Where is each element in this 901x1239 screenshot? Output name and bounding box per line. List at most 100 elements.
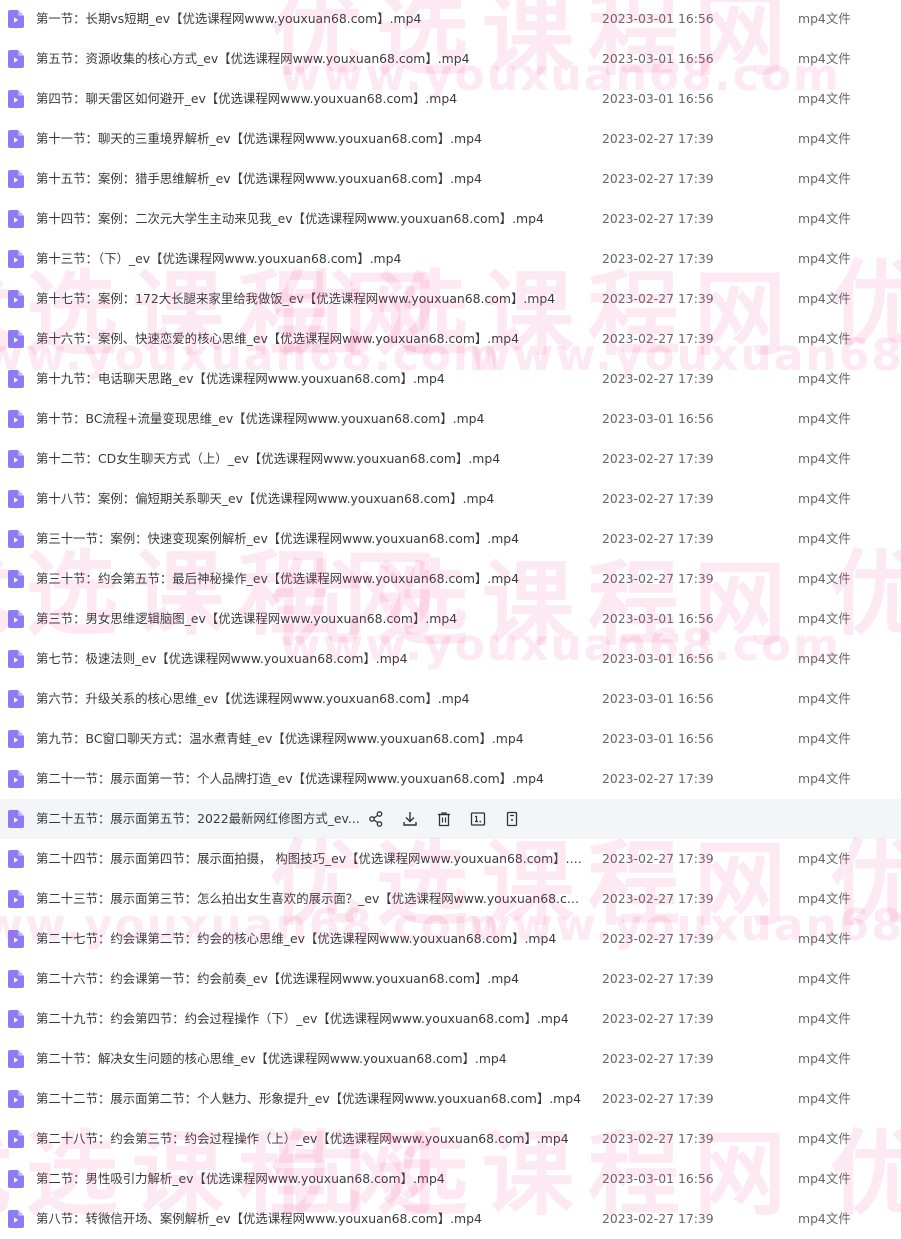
file-row[interactable]: 第二十一节：展示面第一节：个人品牌打造_ev【优选课程网www.youxuan6… [0,759,901,799]
file-row[interactable]: 第二十二节：展示面第二节：个人魅力、形象提升_ev【优选课程网www.youxu… [0,1079,901,1119]
file-name[interactable]: 第十节：BC流程+流量变现思维_ev【优选课程网www.youxuan68.co… [36,399,484,439]
file-row[interactable]: 第三十一节：案例：快速变现案例解析_ev【优选课程网www.youxuan68.… [0,519,901,559]
file-row[interactable]: 第二十九节：约会第四节：约会过程操作（下）_ev【优选课程网www.youxua… [0,999,901,1039]
file-row[interactable]: 第九节：BC窗口聊天方式：温水煮青蛙_ev【优选课程网www.youxuan68… [0,719,901,759]
video-file-icon [8,250,24,268]
video-file-icon [8,770,24,788]
file-row[interactable]: 第十二节：CD女生聊天方式（上）_ev【优选课程网www.youxuan68.c… [0,439,901,479]
file-row[interactable]: 第十六节：案例、快速恋爱的核心思维_ev【优选课程网www.youxuan68.… [0,319,901,359]
share-button[interactable] [366,809,386,829]
file-name[interactable]: 第二十节：解决女生问题的核心思维_ev【优选课程网www.youxuan68.c… [36,1039,507,1079]
file-type: mp4文件 [798,731,851,746]
file-name[interactable]: 第三节：男女思维逻辑脑图_ev【优选课程网www.youxuan68.com】.… [36,599,457,639]
file-list: 第一节：长期vs短期_ev【优选课程网www.youxuan68.com】.mp… [0,0,901,1239]
file-row[interactable]: 第二十八节：约会第三节：约会过程操作（上）_ev【优选课程网www.youxua… [0,1119,901,1159]
file-name[interactable]: 第二十一节：展示面第一节：个人品牌打造_ev【优选课程网www.youxuan6… [36,759,544,799]
file-name[interactable]: 第八节：转微信开场、案例解析_ev【优选课程网www.youxuan68.com… [36,1199,482,1239]
file-row[interactable]: 第一节：长期vs短期_ev【优选课程网www.youxuan68.com】.mp… [0,0,901,39]
file-name[interactable]: 第二十五节：展示面第五节：2022最新网红修图方式_ev... [36,799,360,839]
more-button[interactable] [502,809,522,829]
file-name[interactable]: 第四节：聊天雷区如何避开_ev【优选课程网www.youxuan68.com】.… [36,79,457,119]
file-name[interactable]: 第二十六节：约会课第一节：约会前奏_ev【优选课程网www.youxuan68.… [36,959,519,999]
file-name[interactable]: 第二十九节：约会第四节：约会过程操作（下）_ev【优选课程网www.youxua… [36,999,569,1039]
file-row[interactable]: 第二十四节：展示面第四节：展示面拍摄， 构图技巧_ev【优选课程网www.you… [0,839,901,879]
video-file-icon [8,730,24,748]
rename-icon [468,812,488,833]
file-name[interactable]: 第十三节：（下）_ev【优选课程网www.youxuan68.com】.mp4 [36,239,401,279]
file-date: 2023-02-27 17:39 [602,1131,714,1146]
video-file-icon [8,850,24,868]
delete-button[interactable] [434,809,454,829]
file-row[interactable]: 第十九节：电话聊天思路_ev【优选课程网www.youxuan68.com】.m… [0,359,901,399]
file-row[interactable]: 第二节：男性吸引力解析_ev【优选课程网www.youxuan68.com】.m… [0,1159,901,1199]
file-name[interactable]: 第十五节：案例：猎手思维解析_ev【优选课程网www.youxuan68.com… [36,159,482,199]
file-name[interactable]: 第五节：资源收集的核心方式_ev【优选课程网www.youxuan68.com】… [36,39,470,79]
share-icon [366,811,386,833]
file-row[interactable]: 第三节：男女思维逻辑脑图_ev【优选课程网www.youxuan68.com】.… [0,599,901,639]
file-name[interactable]: 第一节：长期vs短期_ev【优选课程网www.youxuan68.com】.mp… [36,0,421,39]
file-row[interactable]: 第十三节：（下）_ev【优选课程网www.youxuan68.com】.mp4 2… [0,239,901,279]
file-name[interactable]: 第十七节：案例：172大长腿来家里给我做饭_ev【优选课程网www.youxua… [36,279,555,319]
file-type: mp4文件 [798,1131,851,1146]
file-name[interactable]: 第二十二节：展示面第二节：个人魅力、形象提升_ev【优选课程网www.youxu… [36,1079,581,1119]
file-row[interactable]: 第二十六节：约会课第一节：约会前奏_ev【优选课程网www.youxuan68.… [0,959,901,999]
file-name[interactable]: 第十九节：电话聊天思路_ev【优选课程网www.youxuan68.com】.m… [36,359,445,399]
file-row[interactable]: 第十一节：聊天的三重境界解析_ev【优选课程网www.youxuan68.com… [0,119,901,159]
file-row[interactable]: 第十八节：案例：偏短期关系聊天_ev【优选课程网www.youxuan68.co… [0,479,901,519]
file-name[interactable]: 第三十一节：案例：快速变现案例解析_ev【优选课程网www.youxuan68.… [36,519,519,559]
video-file-icon [8,170,24,188]
file-name[interactable]: 第二节：男性吸引力解析_ev【优选课程网www.youxuan68.com】.m… [36,1159,445,1199]
file-type: mp4文件 [798,1091,851,1106]
file-name[interactable]: 第二十七节：约会课第二节：约会的核心思维_ev【优选课程网www.youxuan… [36,919,556,959]
file-date: 2023-02-27 17:39 [602,1091,714,1106]
video-file-icon [8,650,24,668]
file-type: mp4文件 [798,571,851,586]
file-row[interactable]: 第二十节：解决女生问题的核心思维_ev【优选课程网www.youxuan68.c… [0,1039,901,1079]
file-date: 2023-02-27 17:39 [602,171,714,186]
file-date: 2023-02-27 17:39 [602,291,714,306]
file-type: mp4文件 [798,131,851,146]
file-date: 2023-02-27 17:39 [602,1211,714,1226]
video-file-icon [8,890,24,908]
video-file-icon [8,290,24,308]
file-date: 2023-02-27 17:39 [602,891,714,906]
file-date: 2023-03-01 16:56 [602,651,714,666]
file-type: mp4文件 [798,211,851,226]
download-button[interactable] [400,809,420,829]
file-type: mp4文件 [798,1011,851,1026]
file-name[interactable]: 第十四节：案例：二次元大学生主动来见我_ev【优选课程网www.youxuan6… [36,199,544,239]
file-name[interactable]: 第十一节：聊天的三重境界解析_ev【优选课程网www.youxuan68.com… [36,119,482,159]
file-row[interactable]: 第二十五节：展示面第五节：2022最新网红修图方式_ev... [0,799,901,839]
file-name[interactable]: 第九节：BC窗口聊天方式：温水煮青蛙_ev【优选课程网www.youxuan68… [36,719,524,759]
file-row[interactable]: 第五节：资源收集的核心方式_ev【优选课程网www.youxuan68.com】… [0,39,901,79]
file-name[interactable]: 第二十八节：约会第三节：约会过程操作（上）_ev【优选课程网www.youxua… [36,1119,569,1159]
file-row[interactable]: 第十节：BC流程+流量变现思维_ev【优选课程网www.youxuan68.co… [0,399,901,439]
file-row[interactable]: 第六节：升级关系的核心思维_ev【优选课程网www.youxuan68.com】… [0,679,901,719]
file-name[interactable]: 第三十节：约会第五节：最后神秘操作_ev【优选课程网www.youxuan68.… [36,559,519,599]
file-row[interactable]: 第七节：极速法则_ev【优选课程网www.youxuan68.com】.mp4 2… [0,639,901,679]
file-type: mp4文件 [798,611,851,626]
rename-button[interactable] [468,809,488,829]
file-row[interactable]: 第十七节：案例：172大长腿来家里给我做饭_ev【优选课程网www.youxua… [0,279,901,319]
file-name[interactable]: 第十六节：案例、快速恋爱的核心思维_ev【优选课程网www.youxuan68.… [36,319,519,359]
video-file-icon [8,810,24,828]
file-row[interactable]: 第十五节：案例：猎手思维解析_ev【优选课程网www.youxuan68.com… [0,159,901,199]
file-row[interactable]: 第四节：聊天雷区如何避开_ev【优选课程网www.youxuan68.com】.… [0,79,901,119]
file-row[interactable]: 第八节：转微信开场、案例解析_ev【优选课程网www.youxuan68.com… [0,1199,901,1239]
video-file-icon [8,10,24,28]
file-row[interactable]: 第二十三节：展示面第三节：怎么拍出女生喜欢的展示面？_ev【优选课程网www.y… [0,879,901,919]
file-name[interactable]: 第十二节：CD女生聊天方式（上）_ev【优选课程网www.youxuan68.c… [36,439,500,479]
file-name[interactable]: 第二十四节：展示面第四节：展示面拍摄， 构图技巧_ev【优选课程网www.you… [36,839,584,879]
file-date: 2023-02-27 17:39 [602,851,714,866]
file-row[interactable]: 第三十节：约会第五节：最后神秘操作_ev【优选课程网www.youxuan68.… [0,559,901,599]
file-name[interactable]: 第七节：极速法则_ev【优选课程网www.youxuan68.com】.mp4 [36,639,408,679]
file-date: 2023-02-27 17:39 [602,331,714,346]
video-file-icon [8,1170,24,1188]
file-row[interactable]: 第二十七节：约会课第二节：约会的核心思维_ev【优选课程网www.youxuan… [0,919,901,959]
file-name[interactable]: 第六节：升级关系的核心思维_ev【优选课程网www.youxuan68.com】… [36,679,470,719]
file-name[interactable]: 第十八节：案例：偏短期关系聊天_ev【优选课程网www.youxuan68.co… [36,479,494,519]
file-date: 2023-02-27 17:39 [602,371,714,386]
file-name[interactable]: 第二十三节：展示面第三节：怎么拍出女生喜欢的展示面？_ev【优选课程网www.y… [36,879,584,919]
file-row[interactable]: 第十四节：案例：二次元大学生主动来见我_ev【优选课程网www.youxuan6… [0,199,901,239]
file-type: mp4文件 [798,691,851,706]
